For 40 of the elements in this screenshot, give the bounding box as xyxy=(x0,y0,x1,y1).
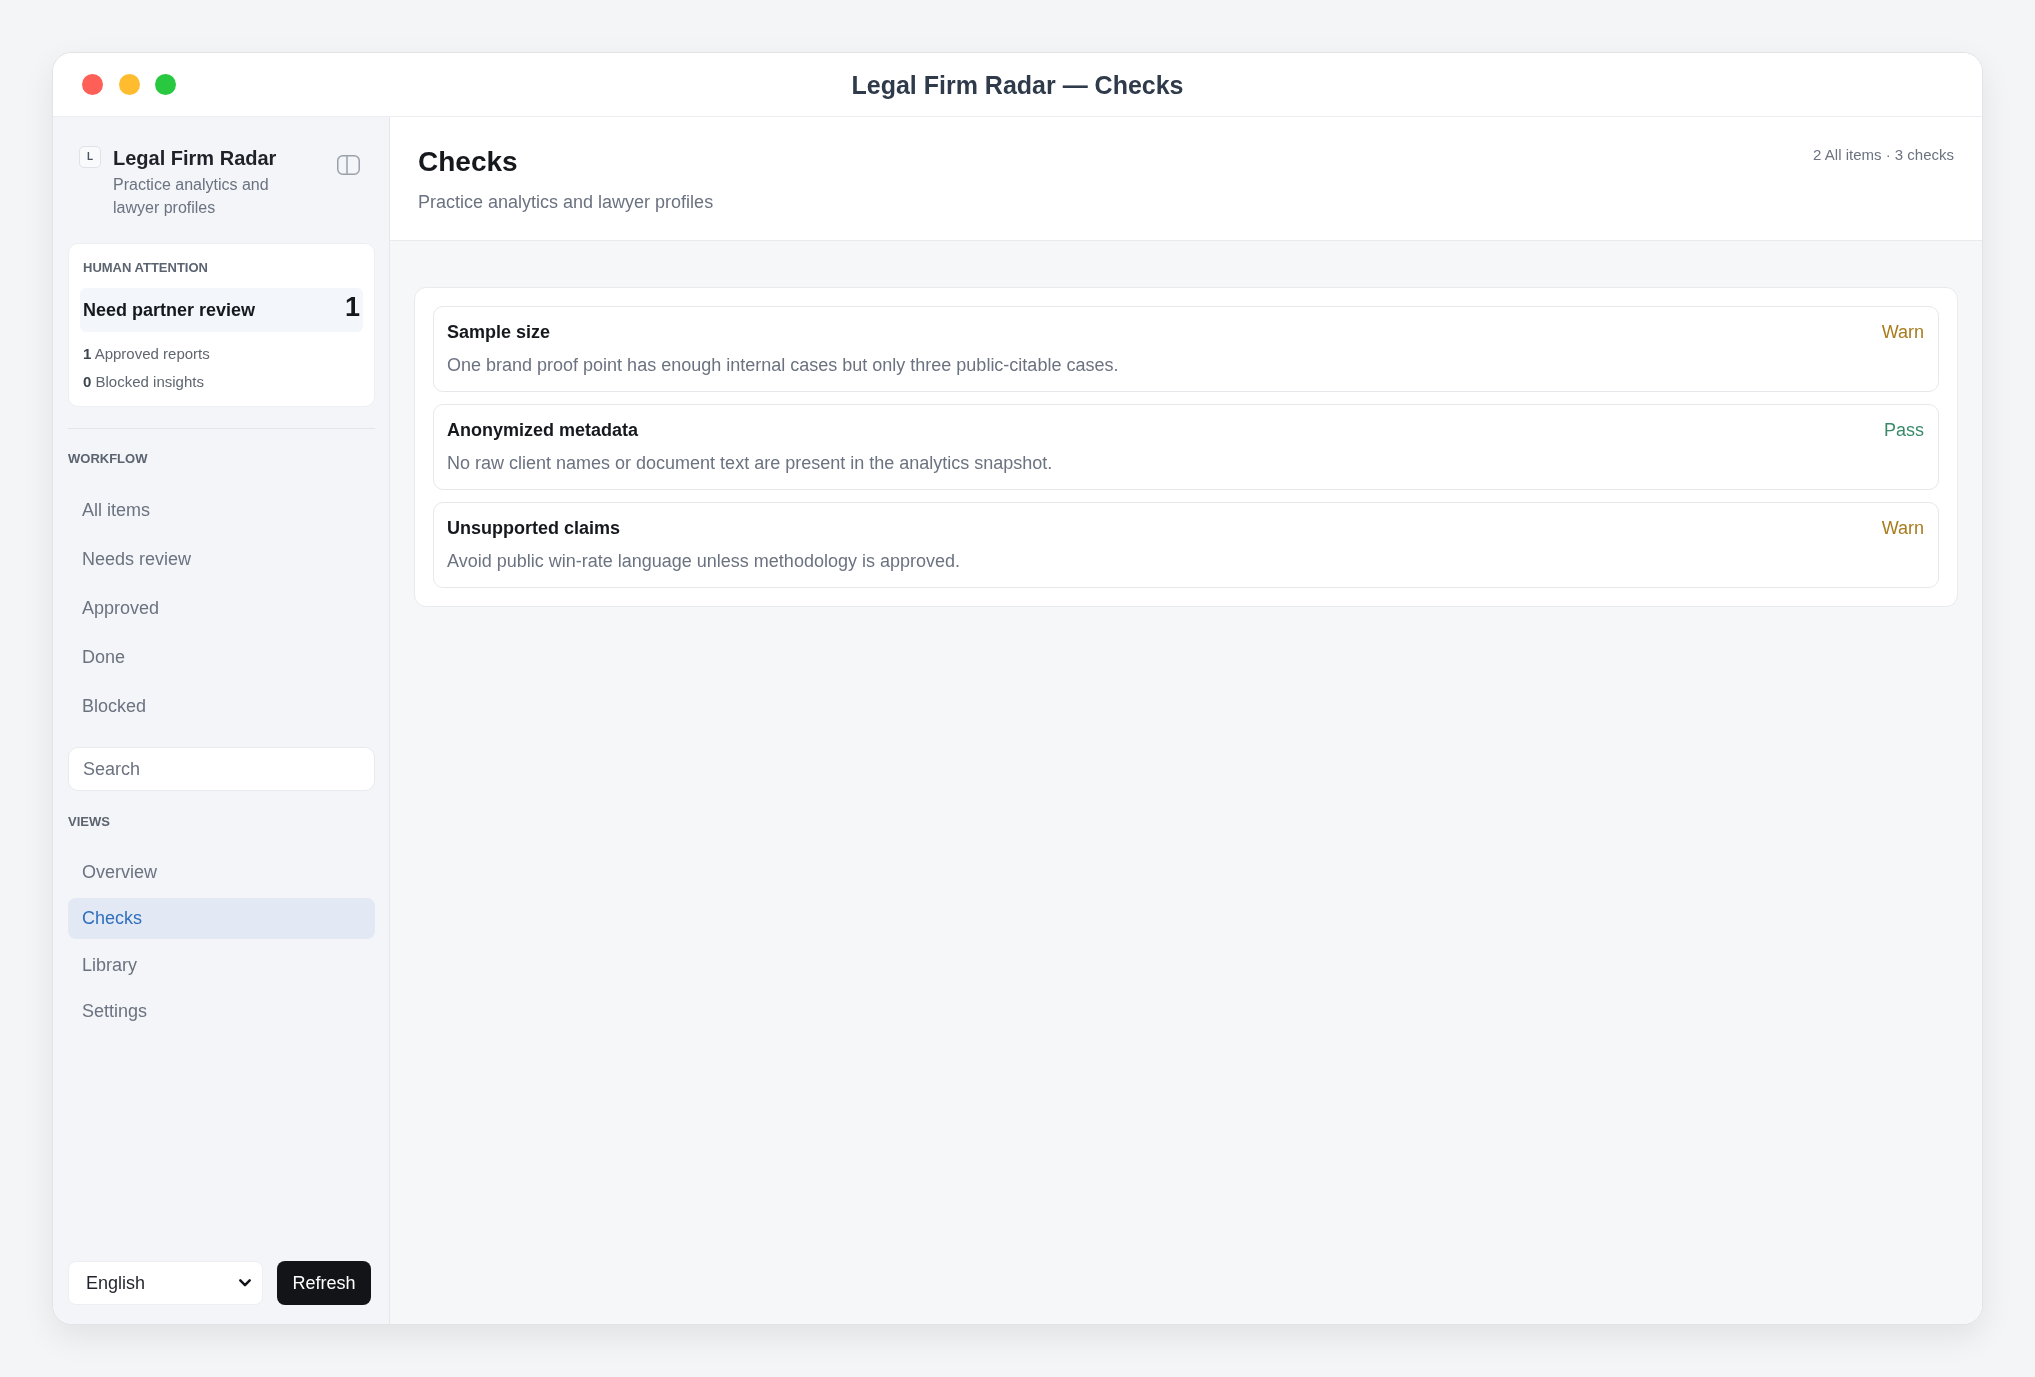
nav-item[interactable]: Approved xyxy=(68,586,375,630)
check-description: No raw client names or document text are present in the analytics snapshot. xyxy=(447,452,1053,475)
nav-item[interactable]: Done xyxy=(68,635,375,679)
check-title: Unsupported claims xyxy=(447,517,622,540)
check-title: Sample size xyxy=(447,321,552,344)
nav-item[interactable]: Checks xyxy=(68,897,375,939)
chevron-down-icon xyxy=(239,1279,251,1287)
attention-count: 1 xyxy=(344,292,360,322)
nav-item[interactable]: Blocked xyxy=(68,684,375,728)
window-close-icon[interactable] xyxy=(82,74,103,95)
nav-item[interactable]: All items xyxy=(68,488,375,532)
brand-name: Legal Firm Radar xyxy=(113,146,278,170)
section-heading: HUMAN ATTENTION xyxy=(83,259,209,277)
attention-label: Need partner review xyxy=(83,299,256,322)
window-maximize-icon[interactable] xyxy=(155,74,176,95)
check-description: One brand proof point has enough internal cases but only three public-citable cases. xyxy=(447,354,1119,377)
refresh-button[interactable]: Refresh xyxy=(277,1261,371,1305)
window-title: Legal Firm Radar — Checks xyxy=(851,69,1184,100)
sidebar-panel-icon[interactable] xyxy=(337,155,360,175)
check-status: Warn xyxy=(1881,321,1924,344)
brand-logo: L xyxy=(79,146,101,168)
check-status: Pass xyxy=(1883,419,1924,442)
page-title: Checks xyxy=(418,145,519,179)
search-field[interactable]: Search xyxy=(68,747,375,791)
item-summary: 2 All items · 3 checks xyxy=(1813,145,1954,165)
check-description: Avoid public win-rate language unless methodology is approved. xyxy=(447,550,960,573)
stat-text: 1 Approved reports xyxy=(83,344,211,364)
window-minimize-icon[interactable] xyxy=(118,74,140,95)
stat-text: 0 Blocked insights xyxy=(83,372,205,392)
section-heading: VIEWS xyxy=(68,813,111,831)
page-subtitle: Practice analytics and lawyer profiles xyxy=(418,191,714,214)
section-heading: WORKFLOW xyxy=(68,450,149,468)
nav-item[interactable]: Library xyxy=(68,944,375,985)
brand-tagline: Practice analytics and lawyer profiles xyxy=(113,175,270,218)
language-select[interactable]: English xyxy=(68,1261,263,1305)
nav-item[interactable]: Needs review xyxy=(68,537,375,581)
check-status: Warn xyxy=(1881,517,1924,540)
nav-item[interactable]: Settings xyxy=(68,990,375,1032)
nav-item[interactable]: Overview xyxy=(68,851,375,892)
check-title: Anonymized metadata xyxy=(447,419,640,442)
